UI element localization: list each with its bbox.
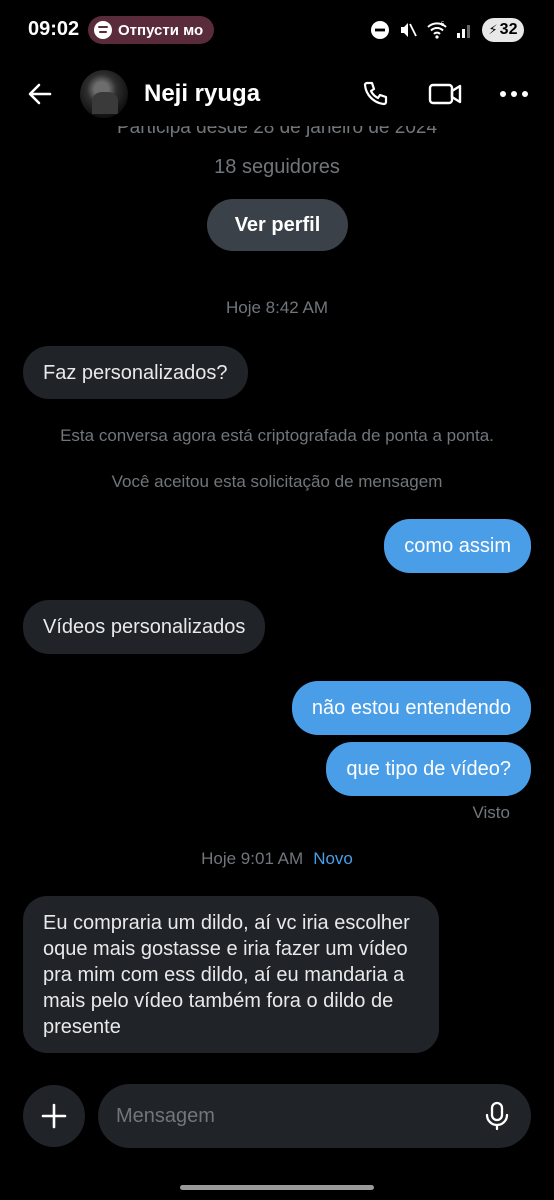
microphone-icon [485, 1101, 509, 1131]
contact-name[interactable]: Neji ryuga [144, 80, 260, 108]
message-composer [98, 1084, 531, 1148]
message-outgoing[interactable]: que tipo de vídeo? [326, 742, 531, 796]
call-button[interactable] [357, 76, 393, 112]
battery-bolt-icon: ⚡ [488, 22, 498, 37]
message-outgoing[interactable]: como assim [384, 519, 531, 573]
message-incoming[interactable]: Vídeos personalizados [23, 600, 266, 654]
timestamp: Hoje 8:42 AM [225, 298, 329, 317]
home-indicator[interactable] [180, 1185, 374, 1190]
status-time: 09:02 [28, 18, 80, 40]
new-badge: Novo [313, 849, 353, 868]
phone-icon [363, 81, 388, 106]
message-incoming[interactable]: Faz personalizados? [23, 346, 248, 399]
conversation-header: Neji ryuga [0, 62, 554, 126]
voice-message-button[interactable] [479, 1098, 515, 1134]
status-bar: 09:02 Отпусти мо 5 ⚡ 32 [0, 0, 554, 60]
battery-indicator: ⚡ 32 [482, 18, 524, 42]
timestamp: Hoje 9:01 AM [201, 849, 304, 868]
encryption-notice: Esta conversa agora está criptografada d… [60, 426, 494, 445]
back-button[interactable] [20, 76, 60, 112]
signal-icon [457, 25, 470, 38]
dnd-icon [371, 21, 389, 39]
more-options-button[interactable] [496, 76, 532, 112]
media-pill[interactable]: Отпусти мо [88, 16, 214, 44]
request-accepted-notice: Você aceitou esta solicitação de mensage… [111, 472, 443, 491]
joined-date: Participa desde 28 de janeiro de 2024 [116, 126, 438, 138]
status-icons: 5 ⚡ 32 [370, 18, 524, 42]
spotify-icon [94, 21, 112, 39]
wifi-icon: 5 [427, 22, 447, 39]
mute-icon [401, 23, 417, 37]
avatar[interactable] [80, 70, 128, 118]
view-profile-button[interactable]: Ver perfil [207, 199, 348, 251]
followers-count: 18 seguidores [214, 156, 340, 178]
plus-icon [41, 1103, 67, 1129]
seen-status: Visto [472, 803, 511, 822]
arrow-left-icon [28, 83, 52, 105]
timestamp-row: Hoje 9:01 AM Novo [0, 849, 554, 869]
video-call-button[interactable] [427, 76, 463, 112]
battery-level: 32 [499, 21, 518, 38]
more-dots-icon [500, 91, 528, 97]
message-input[interactable] [116, 1084, 476, 1148]
media-pill-text: Отпусти мо [118, 21, 204, 39]
add-attachment-button[interactable] [23, 1085, 85, 1147]
message-outgoing[interactable]: não estou entendendo [291, 681, 531, 735]
message-incoming[interactable]: Eu compraria um dildo, aí vc iria escolh… [23, 896, 439, 1053]
video-camera-icon [428, 83, 462, 105]
